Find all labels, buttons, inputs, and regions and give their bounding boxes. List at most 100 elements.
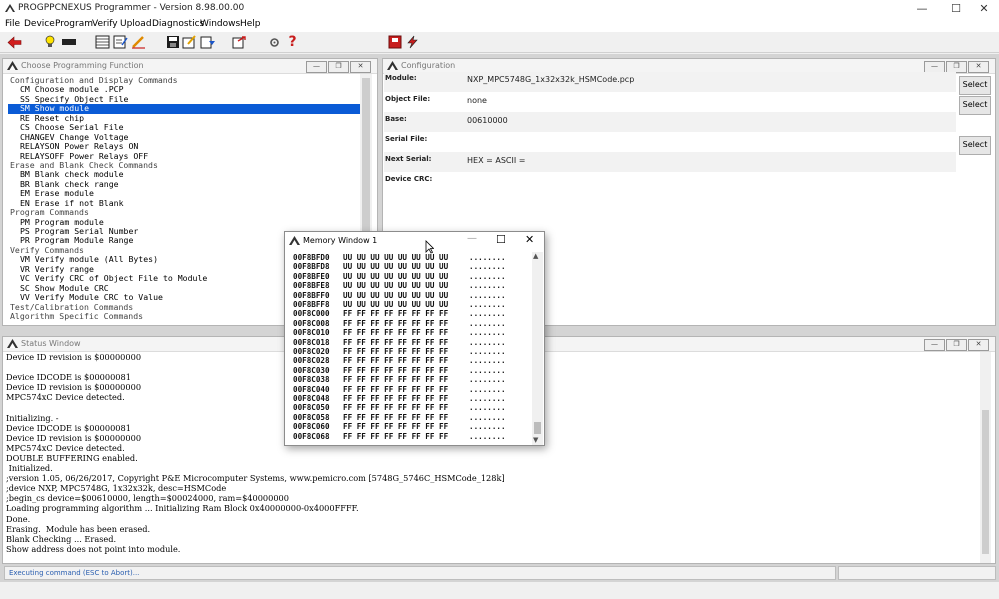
memory-window: Memory Window 1 — ☐ ✕ 00F8BFD0 UU UU UU U… [284,231,545,446]
memory-bytes: FF FF FF FF FF FF FF FF [343,365,449,375]
scroll-down-arrow[interactable]: ▼ [533,436,538,444]
memory-ascii: ........ [469,394,506,403]
memory-address: 00F8C048 [293,394,330,403]
status-line: DOUBLE BUFFERING enabled. [6,452,138,463]
menu-bar: File Device Program Verify Upload Diagno… [0,17,999,32]
child-minimize-button[interactable]: — [924,339,945,351]
memory-ascii: ........ [469,403,506,413]
memory-bytes: UU UU UU UU UU UU UU UU [343,281,449,291]
device-crc-label: Device CRC: [385,175,433,183]
memory-bytes: FF FF FF FF FF FF FF FF [343,356,449,366]
chip-icon[interactable] [60,34,77,50]
memory-address: 00F8C008 [293,318,330,328]
child-close-button[interactable]: ✕ [968,61,989,73]
memory-grid-icon[interactable] [94,34,111,50]
memory-maximize-button[interactable]: ☐ [496,233,506,246]
memory-bytes: FF FF FF FF FF FF FF FF [343,384,449,394]
memory-window-titlebar[interactable]: Memory Window 1 — ☐ ✕ [285,232,544,250]
memory-ascii: ........ [469,281,506,291]
help-icon[interactable]: ? [284,34,301,50]
memory-bytes: FF FF FF FF FF FF FF FF [343,394,449,403]
status-line: Show address does not point into module. [6,543,181,554]
close-button[interactable]: ✕ [969,0,999,17]
config-icon[interactable] [181,34,198,50]
mouse-cursor-icon [425,240,434,254]
status-title: Status Window [21,339,81,348]
memory-address: 00F8C050 [293,403,330,413]
bulb-icon[interactable] [41,34,58,50]
memory-ascii: ........ [469,318,506,328]
status-bar: Executing command (ESC to Abort)... [0,566,999,581]
scrollbar-thumb[interactable] [534,422,541,434]
memory-ascii: ........ [469,431,506,441]
scroll-up-arrow[interactable]: ▲ [533,252,538,260]
child-close-button[interactable]: ✕ [350,61,371,73]
next-serial-label: Next Serial: [385,155,432,163]
menu-upload[interactable]: Upload [120,19,152,29]
memory-ascii: ........ [469,365,506,375]
memory-bytes: UU UU UU UU UU UU UU UU [343,253,449,262]
memory-address: 00F8C068 [293,431,330,441]
edit-doc-icon[interactable] [112,34,129,50]
memory-ascii: ........ [469,384,506,394]
memory-address: 00F8BFE0 [293,271,330,281]
memory-minimize-button[interactable]: — [467,233,477,244]
load-icon[interactable] [199,34,216,50]
memory-address: 00F8C058 [293,412,330,422]
scrollbar-thumb[interactable] [982,410,989,554]
settings-icon[interactable] [266,34,283,50]
memory-bytes: UU UU UU UU UU UU UU UU [343,300,449,309]
menu-help[interactable]: Help [240,19,261,29]
stop-save-icon[interactable] [386,34,403,50]
status-scrollbar[interactable] [980,352,991,563]
menu-verify[interactable]: Verify [92,19,118,29]
select-serial-file-button[interactable]: Select [959,136,991,155]
object-file-label: Object File: [385,95,431,103]
memory-address: 00F8C018 [293,337,330,347]
memory-ascii: ........ [469,356,506,366]
menu-diagnostics[interactable]: Diagnostics [152,19,204,29]
exit-icon[interactable] [6,34,23,50]
select-module-button[interactable]: Select [959,76,991,95]
memory-scrollbar[interactable]: ▲ ▼ [532,252,543,445]
save-icon[interactable] [164,34,181,50]
memory-bytes: FF FF FF FF FF FF FF FF [343,431,449,441]
child-restore-button[interactable]: ❐ [328,61,349,73]
memory-bytes: UU UU UU UU UU UU UU UU [343,271,449,281]
memory-bytes: UU UU UU UU UU UU UU UU [343,262,449,272]
child-minimize-button[interactable]: — [306,61,327,73]
pencil-icon[interactable] [130,34,147,50]
status-bar-panel: Executing command (ESC to Abort)... [4,566,836,580]
menu-windows[interactable]: Windows [200,19,240,29]
status-line: Loading programming algorithm ... Initia… [6,503,359,514]
menu-file[interactable]: File [5,19,20,29]
memory-address: 00F8C010 [293,328,330,338]
maximize-button[interactable]: ☐ [941,0,971,17]
select-object-file-button[interactable]: Select [959,96,991,115]
pemicro-logo-icon [387,61,398,70]
memory-window-title: Memory Window 1 [303,236,378,245]
memory-address: 00F8BFF8 [293,300,330,309]
export-icon[interactable] [231,34,248,50]
menu-device[interactable]: Device [24,19,55,29]
status-bar-panel-2 [838,566,996,580]
memory-ascii: ........ [469,375,506,385]
memory-ascii: ........ [469,253,506,262]
serial-file-label: Serial File: [385,135,428,143]
memory-bytes: FF FF FF FF FF FF FF FF [343,347,449,356]
memory-ascii: ........ [469,328,506,338]
memory-bytes: FF FF FF FF FF FF FF FF [343,318,449,328]
memory-address: 00F8C060 [293,422,330,432]
app-titlebar: PROGPPCNEXUS Programmer - Version 8.98.0… [0,0,999,17]
flash-icon[interactable] [404,34,421,50]
memory-close-button[interactable]: ✕ [525,233,534,246]
status-line: ;begin_cs device=$00610000, length=$0002… [6,493,289,504]
memory-ascii: ........ [469,300,506,309]
pemicro-logo-icon [5,4,15,12]
menu-program[interactable]: Program [55,19,93,29]
memory-address: 00F8C038 [293,375,330,385]
child-close-button[interactable]: ✕ [968,339,989,351]
child-restore-button[interactable]: ❐ [946,339,967,351]
status-line: Erasing. Module has been erased. [6,523,151,534]
minimize-button[interactable]: — [907,0,937,17]
